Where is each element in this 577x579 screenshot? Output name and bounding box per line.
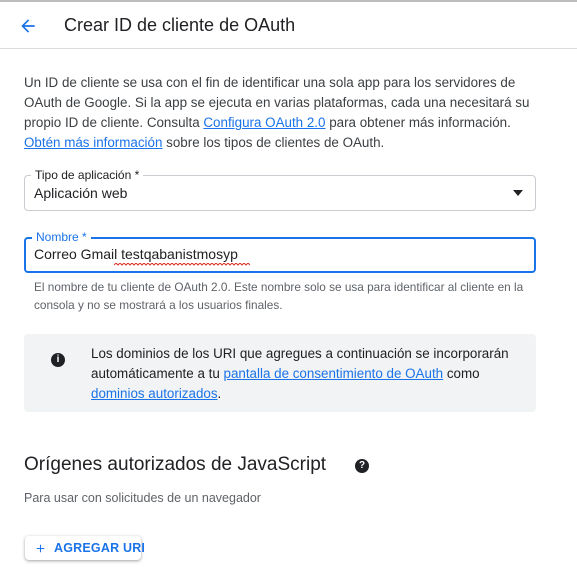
- plus-icon: [36, 544, 45, 553]
- dropdown-arrow-icon: [513, 190, 523, 196]
- learn-more-link[interactable]: Obtén más información: [24, 135, 162, 150]
- name-input[interactable]: [34, 246, 514, 262]
- info-text: Los dominios de los URI que agregues a c…: [91, 346, 509, 401]
- intro-text: Un ID de cliente se usa con el fin de id…: [24, 75, 530, 150]
- spellcheck-underline: [114, 263, 250, 266]
- consent-screen-link[interactable]: pantalla de consentimiento de OAuth: [224, 366, 444, 381]
- name-hint: El nombre de tu cliente de OAuth 2.0. Es…: [34, 280, 524, 312]
- authorized-domains-link[interactable]: dominios autorizados: [91, 386, 218, 401]
- page-title: Crear ID de cliente de OAuth: [64, 15, 296, 35]
- js-origins-title: Orígenes autorizados de JavaScript: [24, 454, 327, 475]
- add-uri-button[interactable]: AGREGAR URI: [25, 536, 145, 560]
- app-type-value: Aplicación web: [34, 185, 128, 201]
- configure-oauth-link[interactable]: Configura OAuth 2.0: [203, 115, 325, 130]
- js-origins-subtitle: Para usar con solicitudes de un navegado…: [24, 491, 261, 505]
- info-icon: i: [51, 353, 65, 367]
- app-type-select[interactable]: Tipo de aplicación * Aplicación web: [24, 168, 536, 211]
- name-label: Nombre *: [32, 230, 91, 244]
- help-icon[interactable]: ?: [355, 459, 369, 473]
- info-banner: i Los dominios de los URI que agregues a…: [24, 334, 536, 412]
- app-type-label: Tipo de aplicación *: [31, 168, 144, 182]
- name-field[interactable]: Nombre *: [24, 230, 536, 273]
- page-header: Crear ID de cliente de OAuth: [0, 2, 577, 49]
- add-uri-label: AGREGAR URI: [54, 541, 146, 555]
- back-button[interactable]: [12, 10, 44, 42]
- arrow-back-icon: [21, 19, 35, 33]
